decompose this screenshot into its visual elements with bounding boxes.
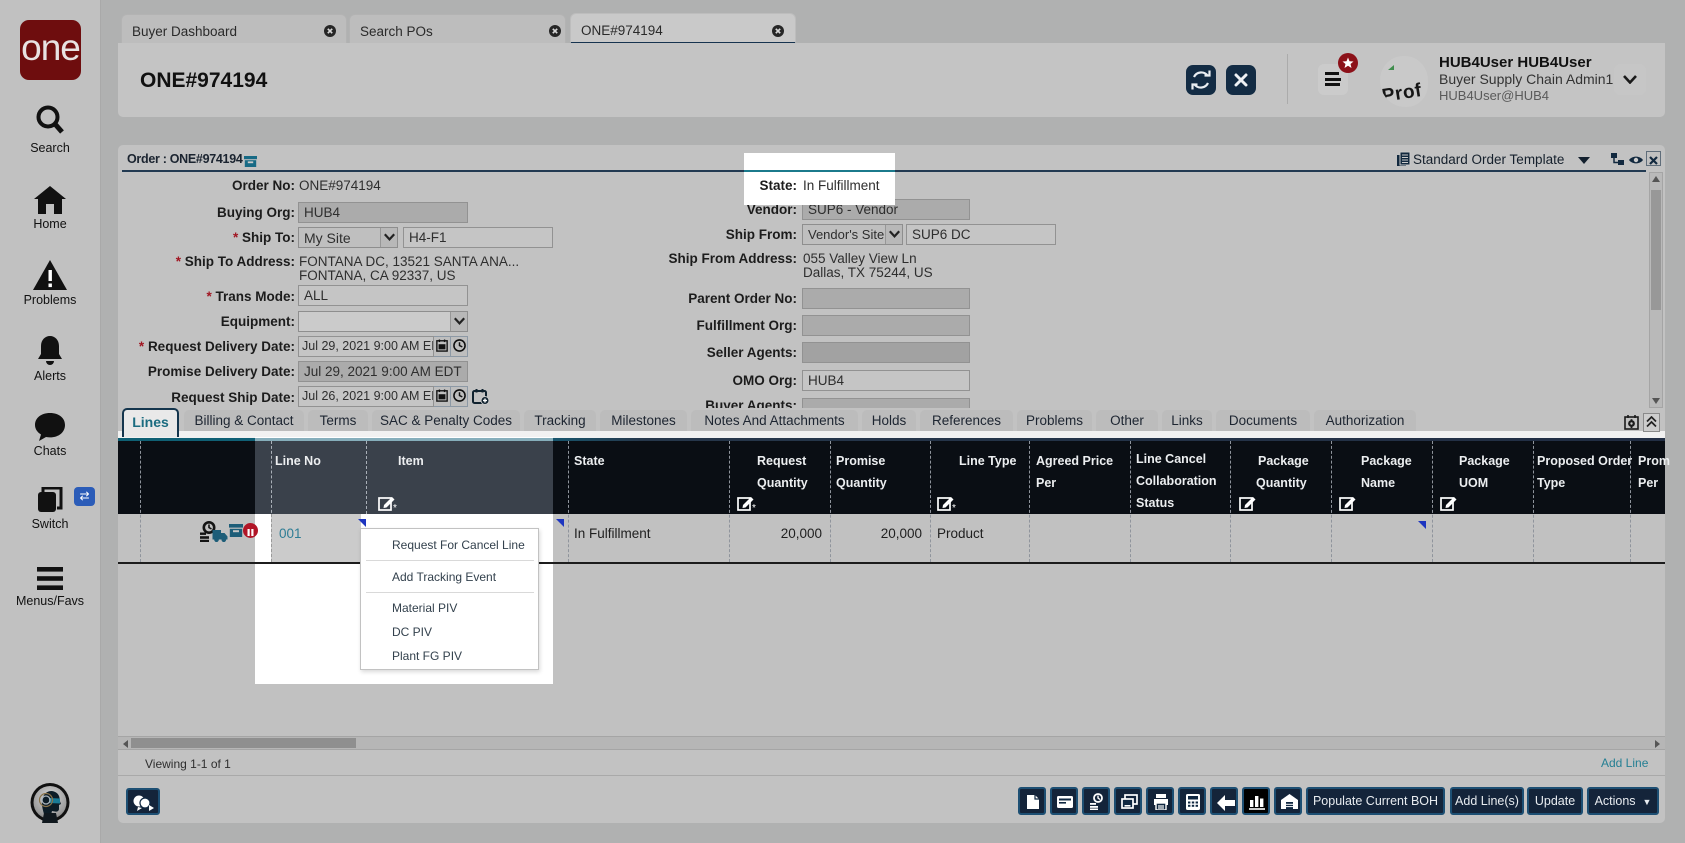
svg-text:*: * <box>752 503 756 512</box>
svg-text:*: * <box>393 503 397 512</box>
svg-text:*: * <box>952 503 956 512</box>
